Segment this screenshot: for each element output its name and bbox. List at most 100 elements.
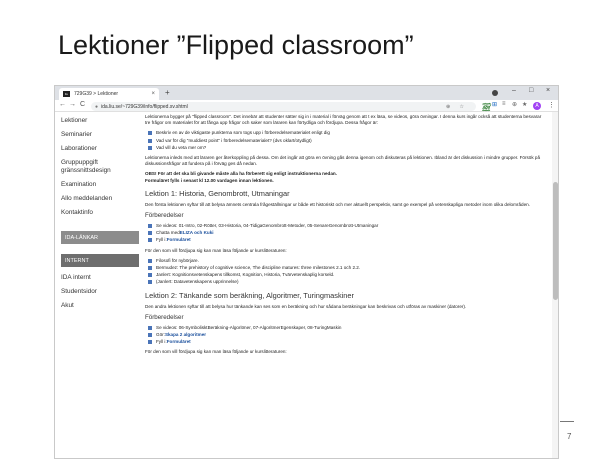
extensions-puzzle-icon[interactable]: ★ [522, 101, 527, 108]
reading-text: (Janlert: Datavetenskapens upprinnelse) [156, 279, 239, 285]
extension-2-icon[interactable]: ⊞ [492, 101, 497, 108]
sidebar-item-laborationer[interactable]: Laborationer [61, 145, 139, 153]
scrollbar-thumb[interactable] [553, 182, 558, 300]
lesson-2-heading: Lektion 2: Tänkande som beräkning, Algor… [145, 290, 354, 300]
web-page: Lektioner Seminarier Laborationer Gruppu… [55, 112, 558, 458]
question-text: Vad vill du veta mer om? [156, 144, 207, 150]
video-icon [148, 224, 152, 229]
back-button[interactable]: ← [59, 101, 66, 108]
url-text: ida.liu.se/~729G39/info/flipped.sv.shtml [101, 103, 188, 110]
lesson-1-prep-heading: Förberedelser [145, 212, 184, 220]
list-item: Beskriv en av de viktigaste punkterna so… [145, 130, 547, 136]
slide: Lektioner ”Flipped classroom” liu 729G39… [0, 0, 610, 459]
task-icon [148, 333, 152, 338]
form-icon [148, 340, 152, 345]
list-item: Fyll i: Formuläret [145, 339, 547, 345]
lesson-1-deepen-text: För den som vill fördjupa sig kan man lä… [145, 247, 287, 253]
extension-4-icon[interactable]: ⊕ [512, 101, 517, 108]
list-item: Se videos: 01-Intro, 02-Rötter, 03-Histo… [145, 223, 547, 229]
slide-footer-rule [560, 421, 574, 422]
prep-text: Gör: [156, 332, 165, 338]
questions-list: Beskriv en av de viktigaste punkterna so… [145, 130, 547, 151]
lesson-1-heading: Lektion 1: Historia, Genombrott, Utmanin… [145, 188, 290, 198]
list-item: Bermudez: The prehistory of cognitive sc… [145, 265, 547, 271]
list-item: Se videos: 06-SymbolisktBeräkning-Algori… [145, 325, 547, 331]
sidebar-item-meddelanden[interactable]: Allo meddelanden [61, 195, 139, 203]
form-deadline-notice: Formuläret fylls i senast kl 12.00 varda… [145, 177, 274, 183]
list-item: Vad var för dig "muddiest point" i förbe… [145, 138, 547, 144]
lesson-1-prep-list: Se videos: 01-Intro, 02-Rötter, 03-Histo… [145, 223, 547, 244]
lesson-1-readings-list: Filosofi för nybörjare. Bermudez: The pr… [145, 258, 547, 286]
lesson-2-prep-heading: Förberedelser [145, 313, 184, 321]
list-item: (Janlert: Datavetenskapens upprinnelse) [145, 279, 547, 285]
list-item: Gör: Skapa 2 algoritmer [145, 332, 547, 338]
lesson-1-description: Den första lektionen syftar till att bel… [145, 201, 530, 207]
lock-icon: ● [95, 103, 99, 110]
reading-text: Janlert: Kognitionsvetenskapens tillkoms… [156, 272, 335, 278]
intro-paragraph: Lektionerna bygger på "flipped classroom… [145, 114, 542, 126]
profile-avatar[interactable]: A [533, 102, 541, 110]
sidebar-header-ida-links: IDA-LÄNKAR [61, 231, 139, 244]
sidebar-item-seminarier[interactable]: Seminarier [61, 131, 139, 139]
forward-button[interactable]: → [69, 101, 76, 108]
prep-text: Fyll i: [156, 339, 167, 345]
sidebar-item-gruppuppgift[interactable]: Gruppuppgift gränssnittsdesign [61, 159, 139, 175]
book-icon [148, 280, 152, 285]
maximize-button[interactable]: □ [529, 87, 533, 94]
lesson-intro-paragraph: Lektionerna inleds med att läraren ger å… [145, 155, 541, 167]
book-icon [148, 258, 152, 263]
question-text: Beskriv en av de viktigaste punkterna so… [156, 130, 330, 136]
lesson-2-prep-list: Se videos: 06-SymbolisktBeräkning-Algori… [145, 325, 547, 346]
new-tab-button[interactable]: + [165, 88, 170, 97]
video-icon [148, 325, 152, 330]
browser-tab[interactable]: liu 729G39 > Lektioner × [59, 88, 159, 100]
book-icon [148, 273, 152, 278]
extension-3-icon[interactable]: ≡ [502, 101, 506, 107]
list-item: Fyll i: Formuläret [145, 237, 547, 243]
record-icon[interactable] [492, 90, 498, 96]
slide-page-number: 7 [567, 432, 572, 441]
close-window-button[interactable]: × [546, 87, 550, 94]
tab-bar: liu 729G39 > Lektioner × + – □ × [55, 86, 558, 100]
create-algorithms-link[interactable]: Skapa 2 algoritmer [165, 332, 206, 338]
slide-title: Lektioner ”Flipped classroom” [58, 30, 414, 60]
book-icon [148, 266, 152, 271]
tab-title: 729G39 > Lektioner [74, 91, 119, 97]
prep-text: Chatta med [156, 230, 180, 236]
sidebar-item-akut[interactable]: Akut [61, 302, 139, 310]
main-content: Lektionerna bygger på "flipped classroom… [145, 114, 547, 360]
sidebar: Lektioner Seminarier Laborationer Gruppu… [61, 117, 139, 316]
minimize-button[interactable]: – [512, 87, 516, 94]
liu-favicon-icon: liu [63, 91, 70, 97]
sidebar-item-ida-internt[interactable]: IDA internt [61, 274, 139, 282]
reading-text: Bermudez: The prehistory of cognitive sc… [156, 265, 361, 271]
lesson-1-form-link[interactable]: Formuläret [167, 237, 191, 243]
list-item: Janlert: Kognitionsvetenskapens tillkoms… [145, 272, 547, 278]
sidebar-header-intern: INTERNT [61, 254, 139, 267]
browser-window: liu 729G39 > Lektioner × + – □ × ← → C ●… [54, 85, 559, 459]
url-bar[interactable]: ● ida.liu.se/~729G39/info/flipped.sv.sht… [91, 102, 476, 111]
sidebar-item-studentsidor[interactable]: Studentsidor [61, 288, 139, 296]
prep-text: Fyll i: [156, 237, 167, 243]
lesson-2-deepen-text: För den som vill fördjupa sig kan man lä… [145, 349, 287, 355]
prep-text: Se videos: 06-SymbolisktBeräkning-Algori… [156, 324, 342, 330]
browser-menu-icon[interactable]: ⋮ [548, 101, 555, 109]
reading-text: Filosofi för nybörjare. [156, 257, 199, 263]
list-item: Chatta med ELIZA och Kuki [145, 230, 547, 236]
reload-button[interactable]: C [80, 101, 85, 108]
tab-close-icon[interactable]: × [151, 91, 155, 97]
eliza-kuki-link[interactable]: ELIZA och Kuki [180, 230, 214, 236]
address-toolbar: ← → C ● ida.liu.se/~729G39/info/flipped.… [55, 100, 558, 112]
lesson-2-description: Den andra lektionen syftar till att bely… [145, 303, 467, 309]
list-item: Vad vill du veta mer om? [145, 145, 547, 151]
bullet-icon [148, 138, 152, 143]
bullet-icon [148, 131, 152, 136]
zoom-and-bookmark-icons[interactable]: ⊕ ☆ [446, 104, 468, 110]
chat-icon [148, 231, 152, 236]
sidebar-item-kontaktinfo[interactable]: Kontaktinfo [61, 209, 139, 217]
question-text: Vad var för dig "muddiest point" i förbe… [156, 137, 312, 143]
sidebar-item-lektioner[interactable]: Lektioner [61, 117, 139, 125]
prep-text: Se videos: 01-Intro, 02-Rötter, 03-Histo… [156, 223, 379, 229]
lesson-2-form-link[interactable]: Formuläret [167, 339, 191, 345]
sidebar-item-examination[interactable]: Examination [61, 181, 139, 189]
